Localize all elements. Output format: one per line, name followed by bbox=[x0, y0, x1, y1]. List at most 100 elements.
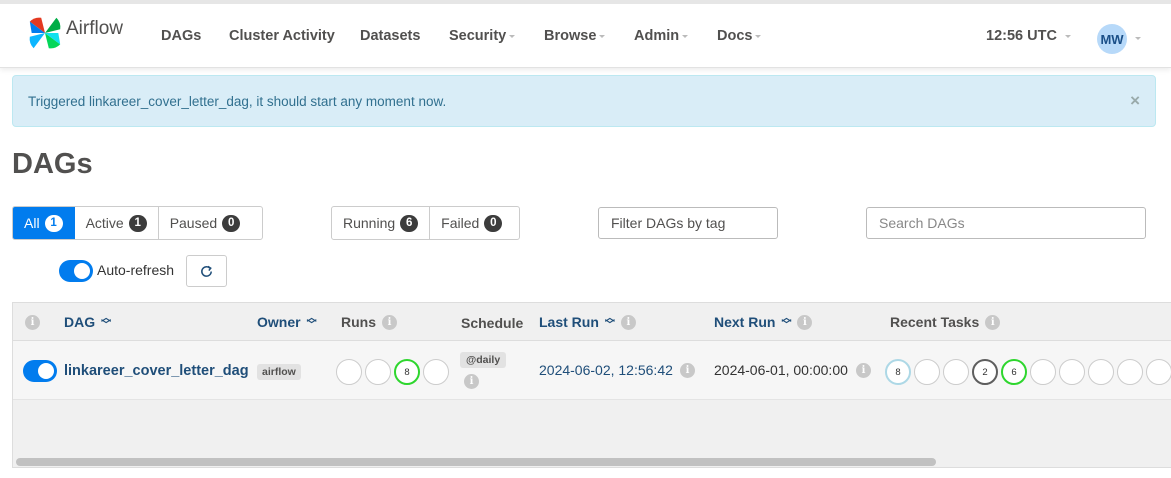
table-row: linkareer_cover_letter_dag airflow 8 @da… bbox=[13, 341, 1171, 400]
sort-icon: ︿ ﹀ bbox=[781, 313, 792, 331]
dag-id-link[interactable]: linkareer_cover_letter_dag bbox=[64, 363, 249, 379]
header-recent-tasks-label: Recent Tasks bbox=[890, 314, 980, 330]
header-schedule-label: Schedule bbox=[461, 315, 524, 331]
run-state-circle-running[interactable]: 8 bbox=[394, 359, 420, 385]
info-icon[interactable]: i bbox=[382, 314, 397, 330]
alert-message: Triggered linkareer_cover_letter_dag, it… bbox=[28, 94, 447, 109]
info-icon[interactable]: i bbox=[680, 363, 695, 378]
airflow-pinwheel-logo bbox=[29, 17, 61, 49]
sort-icon: ︿ ﹀ bbox=[604, 313, 615, 331]
header-next-run[interactable]: Next Run ︿ ﹀ i bbox=[714, 313, 813, 331]
page-title: DAGs bbox=[12, 148, 93, 180]
sort-icon: ︿ ﹀ bbox=[306, 313, 317, 331]
brand[interactable]: Airflow bbox=[26, 14, 123, 52]
nav-datasets[interactable]: Datasets bbox=[360, 28, 420, 44]
horizontal-scrollbar[interactable] bbox=[16, 458, 936, 466]
count-badge: 1 bbox=[44, 214, 63, 232]
header-owner-label: Owner bbox=[257, 314, 301, 330]
info-icon[interactable]: i bbox=[856, 363, 871, 378]
run-state-circle[interactable] bbox=[365, 359, 391, 385]
task-state-circle[interactable] bbox=[943, 359, 969, 385]
tag-filter-input[interactable]: Filter DAGs by tag bbox=[598, 207, 778, 239]
status-filter-group: All 1 Active 1 Paused 0 bbox=[12, 206, 263, 240]
header-owner[interactable]: Owner ︿ ﹀ bbox=[257, 313, 317, 331]
chevron-down-icon[interactable] bbox=[1135, 37, 1141, 40]
owner-tag[interactable]: airflow bbox=[257, 364, 301, 380]
timezone-menu[interactable]: 12:56 UTC bbox=[986, 28, 1071, 44]
header-next-run-label: Next Run bbox=[714, 314, 776, 330]
state-filter-group: Running 6 Failed 0 bbox=[331, 206, 520, 240]
nav-admin[interactable]: Admin bbox=[634, 28, 689, 44]
count-badge: 6 bbox=[400, 214, 419, 232]
user-avatar[interactable]: MW bbox=[1097, 24, 1127, 54]
count-badge: 0 bbox=[222, 214, 241, 232]
filter-active-button[interactable]: Active 1 bbox=[75, 207, 159, 239]
last-run-link[interactable]: 2024-06-02, 12:56:42 bbox=[539, 362, 673, 378]
task-state-circle[interactable] bbox=[1146, 359, 1171, 385]
count-badge: 0 bbox=[484, 214, 503, 232]
chevron-down-icon bbox=[509, 34, 516, 38]
chevron-down-icon bbox=[755, 34, 762, 38]
filter-failed-button[interactable]: Failed 0 bbox=[430, 207, 513, 239]
nav-dags[interactable]: DAGs bbox=[161, 28, 201, 44]
nav-browse-label: Browse bbox=[544, 28, 597, 44]
run-state-circle[interactable] bbox=[423, 359, 449, 385]
info-icon[interactable]: i bbox=[797, 314, 813, 330]
refresh-icon bbox=[201, 265, 212, 277]
brand-name: Airflow bbox=[66, 18, 124, 39]
filter-running-button[interactable]: Running 6 bbox=[332, 207, 431, 239]
auto-refresh-toggle[interactable] bbox=[59, 260, 93, 282]
info-icon[interactable]: i bbox=[985, 314, 1001, 330]
task-state-circle[interactable] bbox=[1117, 359, 1143, 385]
header-runs-label: Runs bbox=[341, 314, 376, 330]
task-state-circle[interactable] bbox=[1088, 359, 1114, 385]
header-last-run-label: Last Run bbox=[539, 314, 599, 330]
filter-paused-button[interactable]: Paused 0 bbox=[159, 207, 251, 239]
header-dag-label: DAG bbox=[64, 314, 96, 330]
nav-cluster-activity-label: Cluster Activity bbox=[229, 28, 335, 44]
auto-refresh-label: Auto-refresh bbox=[97, 262, 175, 278]
top-navbar: Airflow DAGs Cluster Activity Datasets S… bbox=[0, 0, 1171, 68]
search-input[interactable]: Search DAGs bbox=[866, 207, 1146, 239]
info-icon[interactable]: i bbox=[464, 374, 479, 389]
chevron-down-icon bbox=[1064, 34, 1071, 38]
next-run-value: 2024-06-01, 00:00:00 bbox=[714, 362, 848, 378]
filter-paused-label: Paused bbox=[169, 215, 218, 231]
count-badge: 1 bbox=[128, 214, 147, 232]
nav-datasets-label: Datasets bbox=[360, 28, 421, 44]
filter-running-label: Running bbox=[343, 215, 396, 231]
filter-active-label: Active bbox=[85, 215, 124, 231]
header-last-run[interactable]: Last Run ︿ ﹀ i bbox=[539, 313, 636, 331]
task-state-circle-upstream-failed[interactable]: 2 bbox=[972, 359, 998, 385]
dag-pause-toggle[interactable] bbox=[23, 360, 57, 382]
header-runs: Runs i bbox=[341, 314, 397, 330]
table-header: i DAG ︿ ﹀ Owner ︿ ﹀ Runs i Schedule Last Run ︿… bbox=[13, 303, 1171, 341]
close-icon[interactable]: × bbox=[1130, 92, 1140, 109]
nav-admin-label: Admin bbox=[634, 28, 680, 44]
info-icon[interactable]: i bbox=[25, 315, 40, 330]
task-state-circle-running[interactable]: 6 bbox=[1001, 359, 1027, 385]
schedule-tag[interactable]: @daily bbox=[460, 352, 507, 368]
run-state-circle[interactable] bbox=[336, 359, 362, 385]
task-state-circle[interactable] bbox=[1059, 359, 1085, 385]
chevron-down-icon bbox=[682, 34, 689, 38]
header-dag[interactable]: DAG ︿ ﹀ bbox=[64, 313, 112, 331]
refresh-button[interactable] bbox=[186, 255, 227, 287]
chevron-down-icon bbox=[599, 34, 606, 38]
nav-cluster-activity[interactable]: Cluster Activity bbox=[229, 28, 335, 44]
task-state-circle-queued[interactable]: 8 bbox=[885, 359, 911, 385]
nav-docs-label: Docs bbox=[717, 28, 753, 44]
filter-failed-label: Failed bbox=[441, 215, 480, 231]
nav-security-label: Security bbox=[449, 28, 507, 44]
nav-security[interactable]: Security bbox=[449, 28, 516, 44]
info-icon[interactable]: i bbox=[620, 314, 636, 330]
header-recent-tasks: Recent Tasks i bbox=[890, 314, 1001, 330]
nav-browse[interactable]: Browse bbox=[544, 28, 606, 44]
task-state-circle[interactable] bbox=[1030, 359, 1056, 385]
trigger-alert: Triggered linkareer_cover_letter_dag, it… bbox=[12, 75, 1156, 127]
task-state-circle[interactable] bbox=[914, 359, 940, 385]
nav-docs[interactable]: Docs bbox=[717, 28, 762, 44]
filter-all-button[interactable]: All 1 bbox=[13, 207, 75, 239]
header-schedule: Schedule bbox=[461, 315, 523, 331]
sort-icon: ︿ ﹀ bbox=[101, 313, 112, 331]
